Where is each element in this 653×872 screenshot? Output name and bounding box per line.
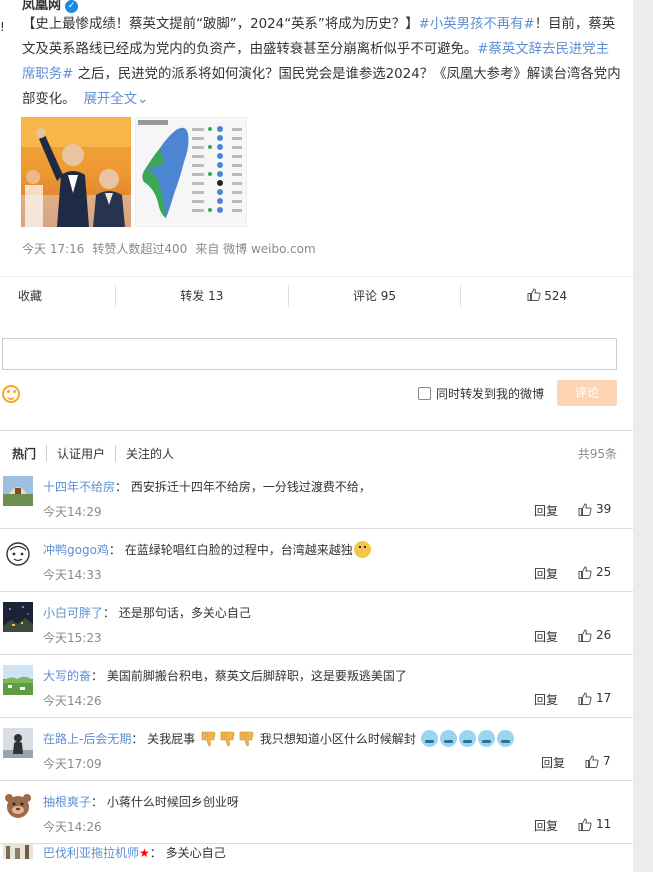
comment-item: 大写的奋： 美国前脚搬台积电，蔡英文后脚辞职，这是要叛逃美国了 今天14:26 … (0, 655, 633, 718)
reply-button[interactable]: 回复 (534, 565, 558, 582)
tab-hot[interactable]: 热门 (12, 445, 46, 462)
repost-checkbox[interactable] (418, 387, 431, 400)
comment-text: 我只想知道小区什么时候解封 (259, 732, 416, 746)
weibo-post-card: 凤凰网 ✓ ! 【史上最惨成绩！蔡英文提前“跛脚”，2024“英系”将成为历史？】… (0, 0, 633, 314)
repost-to-my-weibo-option[interactable]: 同时转发到我的微博 (418, 385, 544, 402)
post-meta: 今天 17:16 转赞人数超过400 来自 微博 weibo.com (22, 240, 324, 257)
comment-item: 冲鸭gogo鸡： 在蓝绿轮唱红白脸的过程中，台湾越来越独 今天14:33 回复 … (0, 529, 633, 592)
tab-verified-users[interactable]: 认证用户 (46, 445, 115, 462)
thumbs-down-emoji-icon (239, 731, 254, 747)
comment-text: 西安拆迁十四年不给房，一分钱过渡费不给， (130, 480, 371, 494)
comment-like-button[interactable]: 17 (578, 691, 611, 705)
thumbs-up-icon (578, 817, 592, 831)
expand-full-text-link[interactable]: 展开全文⌄ (84, 92, 149, 107)
thumbs-up-icon (585, 754, 599, 768)
comment-input[interactable] (2, 338, 617, 370)
tab-following[interactable]: 关注的人 (115, 445, 184, 462)
comment-section: 同时转发到我的微博 评论 热门 认证用户 关注的人 共95条 十四年不给房： 西… (0, 314, 633, 872)
comment-time: 今天15:23 (43, 631, 102, 645)
comment-text: 还是那句话，多关心自己 (118, 606, 251, 620)
reply-button[interactable]: 回复 (534, 817, 558, 834)
chevron-down-icon: ⌄ (137, 92, 149, 107)
comment-username[interactable]: 大写的奋 (43, 669, 91, 683)
comment-username[interactable]: 在路上-后会无期 (43, 732, 131, 746)
face-mask-emoji-icon (496, 730, 514, 747)
comment-username[interactable]: 小白可胖了 (43, 606, 103, 620)
comment-like-button[interactable]: 11 (578, 817, 611, 831)
comment-text: 美国前脚搬台积电，蔡英文后脚辞职，这是要叛逃美国了 (106, 669, 407, 683)
thumbs-up-icon (578, 628, 592, 642)
face-mask-emoji-icon (458, 730, 476, 747)
post-image-map[interactable] (135, 117, 247, 227)
emoji-smile-icon[interactable] (2, 385, 20, 403)
smile-emoji-icon (353, 541, 371, 558)
face-mask-emoji-icon (477, 730, 495, 747)
avatar[interactable] (3, 843, 33, 859)
thumbs-up-icon (578, 691, 592, 705)
post-source[interactable]: 来自 微博 weibo.com (195, 242, 315, 256)
comment-time: 今天14:26 (43, 820, 102, 834)
divider (0, 430, 633, 431)
thumbs-up-icon (578, 502, 592, 516)
submit-comment-button[interactable]: 评论 (557, 380, 617, 406)
like-button[interactable]: 524 (460, 284, 633, 307)
hashtag-link[interactable]: #小英男孩不再有# (419, 17, 535, 32)
comment-time: 今天14:33 (43, 568, 102, 582)
post-actions: 收藏 转发 13 评论 95 524 (0, 276, 633, 314)
reply-button[interactable]: 回复 (541, 754, 565, 771)
comment-text: 关我屁事 (147, 732, 196, 746)
favorite-button[interactable]: 收藏 (0, 285, 115, 307)
comment-username[interactable]: 抽根爽子 (43, 795, 91, 809)
avatar[interactable] (3, 602, 33, 632)
avatar[interactable] (3, 791, 33, 821)
comment-like-button[interactable]: 39 (578, 502, 611, 516)
comment-like-button[interactable]: 26 (578, 628, 611, 642)
left-mark: ! (0, 20, 5, 34)
post-body: 凤凰网 ✓ ! 【史上最惨成绩！蔡英文提前“跛脚”，2024“英系”将成为历史？】… (0, 0, 633, 276)
comment-item: 小白可胖了： 还是那句话，多关心自己 今天15:23 回复 26 (0, 592, 633, 655)
comment-total-count: 共95条 (577, 447, 617, 461)
avatar[interactable] (3, 728, 33, 758)
comment-like-button[interactable]: 25 (578, 565, 611, 579)
post-content: 【史上最惨成绩！蔡英文提前“跛脚”，2024“英系”将成为历史？】#小英男孩不再… (22, 17, 621, 107)
thumbs-down-emoji-icon (220, 731, 235, 747)
reply-button[interactable]: 回复 (534, 502, 558, 519)
comment-list: 十四年不给房： 西安拆迁十四年不给房，一分钱过渡费不给， 今天14:29 回复 … (0, 466, 633, 872)
avatar[interactable] (3, 665, 33, 695)
post-image-photo[interactable] (21, 117, 131, 227)
comment-item: 巴伐利亚拖拉机师★： 多关心自己 (0, 843, 633, 872)
comment-item: 十四年不给房： 西安拆迁十四年不给房，一分钱过渡费不给， 今天14:29 回复 … (0, 466, 633, 529)
comment-filter-tabs: 热门 认证用户 关注的人 (12, 445, 184, 462)
comment-time: 今天14:29 (43, 505, 102, 519)
post-time[interactable]: 今天 17:16 (22, 242, 84, 256)
comment-username[interactable]: 十四年不给房 (43, 480, 115, 494)
repost-count-text: 转赞人数超过400 (92, 242, 188, 256)
comment-text: 多关心自己 (165, 846, 226, 860)
avatar[interactable] (3, 539, 33, 569)
thumbs-up-icon (527, 287, 541, 301)
comment-username[interactable]: 巴伐利亚拖拉机师 (43, 846, 139, 860)
comment-time: 今天17:09 (43, 757, 102, 771)
reply-button[interactable]: 回复 (534, 628, 558, 645)
face-mask-emoji-icon (420, 730, 438, 747)
face-mask-emoji-icon (439, 730, 457, 747)
comment-like-button[interactable]: 7 (585, 754, 611, 768)
comment-button[interactable]: 评论 95 (287, 284, 461, 307)
thumbs-up-icon (578, 565, 592, 579)
reply-button[interactable]: 回复 (534, 691, 558, 708)
comment-text: 小蒋什么时候回乡创业呀 (106, 795, 239, 809)
thumbs-down-emoji-icon (201, 731, 216, 747)
comment-username[interactable]: 冲鸭gogo鸡 (43, 543, 109, 557)
comment-item: 在路上-后会无期： 关我屁事 我只想知道小区什么时候解封 今天17:09 回复 … (0, 718, 633, 781)
comment-text: 在蓝绿轮唱红白脸的过程中，台湾越来越独 (124, 543, 353, 557)
comment-time: 今天14:26 (43, 694, 102, 708)
avatar[interactable] (3, 476, 33, 506)
star-badge-icon: ★ (139, 846, 150, 860)
comment-item: 抽根爽子： 小蒋什么时候回乡创业呀 今天14:26 回复 11 (0, 781, 633, 844)
repost-button[interactable]: 转发 13 (115, 284, 288, 307)
